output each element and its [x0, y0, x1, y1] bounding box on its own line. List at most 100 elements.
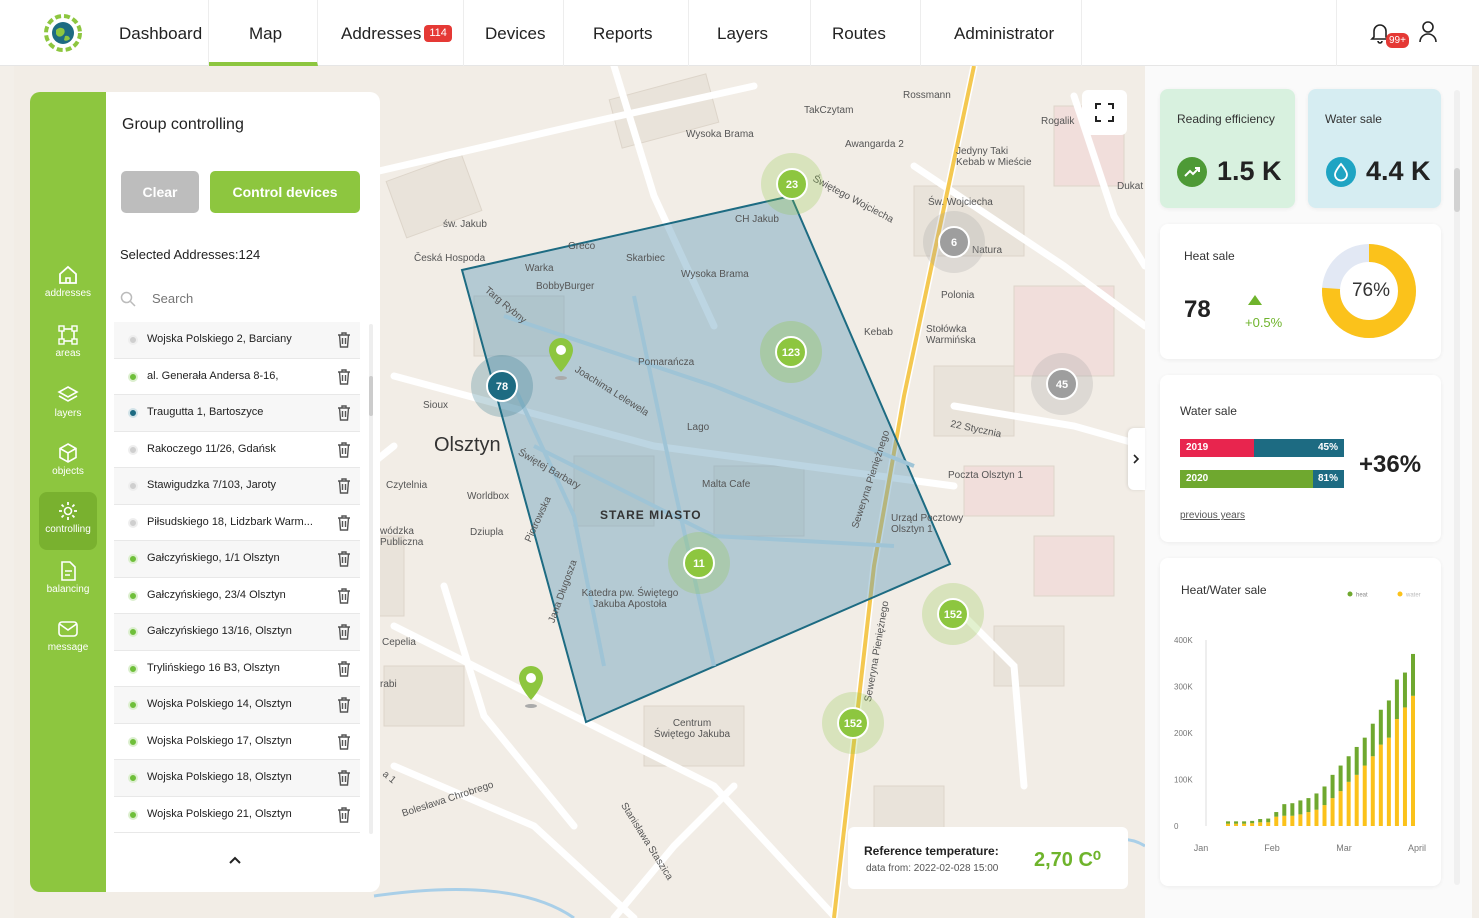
trash-icon[interactable] — [336, 623, 352, 641]
heat-bar — [1306, 798, 1311, 813]
heat-bar — [1322, 786, 1327, 806]
trash-icon[interactable] — [336, 477, 352, 495]
areas-icon — [58, 325, 78, 345]
water-bar — [1282, 815, 1287, 826]
address-row[interactable]: Gałczyńskiego, 1/1 Olsztyn — [114, 541, 360, 578]
rail-areas[interactable]: areas — [30, 324, 106, 359]
address-row[interactable]: Trylińskiego 16 B3, Olsztyn — [114, 651, 360, 687]
address-row[interactable]: Wojska Polskiego 17, Olsztyn — [114, 724, 360, 760]
rail-controlling[interactable]: controlling — [39, 492, 97, 550]
trash-icon[interactable] — [336, 331, 352, 349]
cluster-marker[interactable]: 152 — [921, 582, 985, 646]
water-bar — [1370, 756, 1375, 826]
cluster-marker[interactable]: 23 — [760, 152, 824, 216]
nav-administrator[interactable]: Administrator — [921, 0, 1082, 66]
search-box[interactable] — [120, 290, 360, 312]
water-bar — [1242, 823, 1247, 826]
legend-water-label: water — [1405, 593, 1421, 599]
cluster-marker[interactable]: 6 — [922, 210, 986, 274]
cluster-marker[interactable]: 78 — [470, 354, 534, 418]
cluster-marker[interactable]: 45 — [1030, 352, 1094, 416]
water-bar — [1362, 765, 1367, 826]
user-icon[interactable] — [1418, 20, 1438, 44]
nav-routes[interactable]: Routes — [811, 0, 921, 66]
trash-icon[interactable] — [336, 696, 352, 714]
nav-addresses[interactable]: Addresses 114 — [318, 0, 464, 66]
poi-label: Wysoka Brama — [686, 129, 754, 140]
map-pin-icon[interactable] — [546, 336, 576, 382]
trash-icon[interactable] — [336, 660, 352, 678]
trash-icon[interactable] — [336, 733, 352, 751]
fullscreen-button[interactable] — [1082, 90, 1127, 135]
cluster-marker[interactable]: 123 — [759, 320, 823, 384]
heat-bar — [1338, 765, 1343, 792]
status-dot — [128, 335, 138, 345]
status-dot — [128, 517, 138, 528]
previous-years-link[interactable]: previous years — [1180, 510, 1245, 521]
notification-badge: 99+ — [1386, 33, 1409, 48]
control-devices-button[interactable]: Control devices — [210, 171, 360, 213]
rail-addresses[interactable]: addresses — [30, 264, 106, 299]
poi-label: Warka — [525, 263, 554, 274]
rail-layers[interactable]: layers — [30, 384, 106, 419]
cluster-count: 152 — [944, 609, 962, 621]
reference-temperature-date: data from: 2022-02-028 15:00 — [866, 863, 999, 874]
mail-icon — [58, 621, 78, 637]
address-row[interactable]: al. Generała Andersa 8-16, — [114, 359, 360, 395]
search-input[interactable] — [150, 290, 350, 307]
legend-heat-marker — [1347, 591, 1353, 597]
rail-message[interactable]: message — [30, 618, 106, 653]
trash-icon[interactable] — [336, 587, 352, 605]
address-row[interactable]: Wojska Polskiego 14, Olsztyn — [114, 687, 360, 724]
nav-map[interactable]: Map — [209, 0, 318, 66]
cluster-marker[interactable]: 11 — [667, 531, 731, 595]
trash-icon[interactable] — [336, 368, 352, 386]
address-row[interactable]: Stawigudzka 7/103, Jaroty — [114, 468, 360, 505]
address-name: Piłsudskiego 18, Lidzbark Warm... — [147, 515, 313, 528]
trash-icon[interactable] — [336, 806, 352, 824]
nav-dashboard[interactable]: Dashboard — [108, 0, 209, 66]
trend-up-icon — [1177, 157, 1207, 187]
heat-bar — [1354, 746, 1359, 775]
clear-button[interactable]: Clear — [121, 171, 199, 213]
address-row[interactable]: Wojska Polskiego 21, Olsztyn — [114, 797, 360, 833]
address-row[interactable]: Gałczyńskiego 13/16, Olsztyn — [114, 614, 360, 651]
water-bar — [1322, 805, 1327, 826]
expand-panel-handle[interactable] — [1128, 428, 1145, 490]
heat-bar — [1242, 821, 1247, 824]
nav-dashboard-label: Dashboard — [119, 24, 203, 43]
water-bar — [1330, 798, 1335, 826]
nav-administrator-label: Administrator — [954, 24, 1055, 43]
rail-objects[interactable]: objects — [30, 442, 106, 477]
chevron-up-icon[interactable] — [226, 854, 244, 866]
heat-bar — [1266, 818, 1271, 823]
address-row[interactable]: Traugutta 1, Bartoszyce — [114, 395, 360, 432]
trash-icon[interactable] — [336, 769, 352, 787]
heat-bar — [1386, 700, 1391, 738]
trash-icon[interactable] — [336, 441, 352, 459]
address-row[interactable]: Rakoczego 11/26, Gdańsk — [114, 432, 360, 468]
poi-label: Lago — [687, 422, 710, 433]
water-bar — [1346, 781, 1351, 826]
heat-water-chart: 0 100K 200K 300K 400K Jan Feb Mar April heat water — [1174, 591, 1426, 853]
address-row[interactable]: Gałczyńskiego, 23/4 Olsztyn — [114, 578, 360, 614]
stats-scroll-thumb[interactable] — [1454, 168, 1460, 212]
reference-temperature-value: 2,70 C⁰ — [1034, 849, 1101, 871]
app-logo[interactable] — [44, 14, 82, 52]
nav-devices[interactable]: Devices — [464, 0, 564, 66]
nav-reports[interactable]: Reports — [564, 0, 689, 66]
address-row[interactable]: Wojska Polskiego 18, Olsztyn — [114, 760, 360, 797]
cluster-marker[interactable]: 152 — [821, 691, 885, 755]
rail-balancing[interactable]: balancing — [30, 560, 106, 595]
trash-icon[interactable] — [336, 550, 352, 568]
card-title: Heat sale — [1184, 249, 1235, 263]
address-name: Wojska Polskiego 21, Olsztyn — [147, 807, 292, 820]
nav-layers[interactable]: Layers — [689, 0, 811, 66]
cube-icon — [59, 443, 77, 463]
list-scroll-thumb[interactable] — [369, 376, 373, 416]
trash-icon[interactable] — [336, 404, 352, 422]
address-row[interactable]: Piłsudskiego 18, Lidzbark Warm... — [114, 505, 360, 541]
address-row[interactable]: Wojska Polskiego 2, Barciany — [114, 322, 360, 359]
trash-icon[interactable] — [336, 514, 352, 532]
map-pin-icon[interactable] — [516, 664, 546, 710]
